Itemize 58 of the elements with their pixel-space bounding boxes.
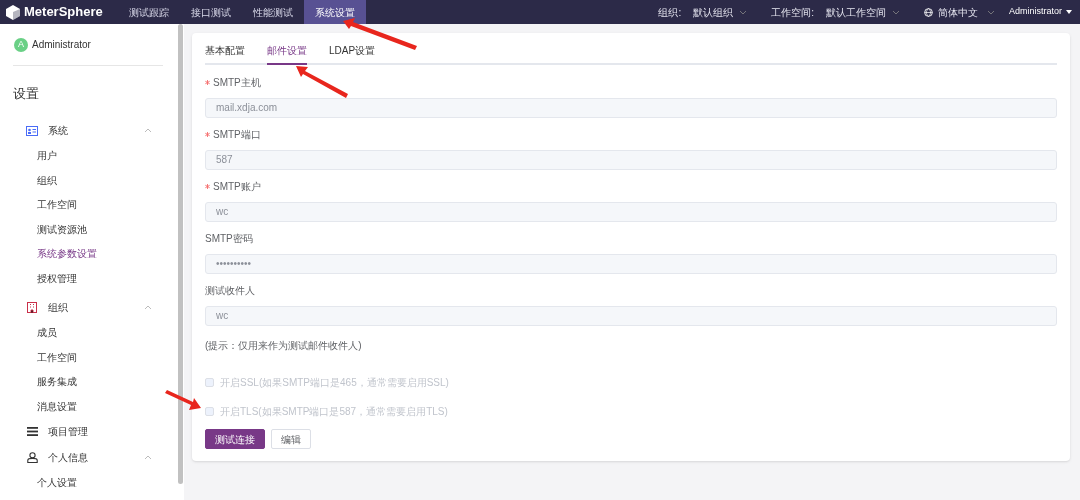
- nav-tab[interactable]: 性能测试: [242, 0, 304, 24]
- field-label: 测试收件人: [205, 284, 255, 298]
- field-label: SMTP账户: [213, 180, 261, 194]
- checkbox[interactable]: [205, 378, 214, 387]
- menu-icon: [26, 427, 38, 436]
- avatar: A: [14, 37, 28, 52]
- user-name: Administrator: [32, 38, 91, 52]
- field-label: SMTP密码: [205, 232, 253, 246]
- test-connection-button[interactable]: 测试连接: [205, 429, 265, 449]
- menu-item[interactable]: 用户: [0, 143, 160, 168]
- scrollbar[interactable]: [177, 24, 183, 484]
- tab[interactable]: 基本配置: [205, 43, 245, 65]
- chevron-down-icon: [987, 8, 995, 16]
- user-icon: [26, 452, 38, 463]
- chevron-up-icon: [144, 127, 152, 134]
- chevron-down-icon: [739, 8, 748, 16]
- dropdown-label: 工作空间:: [771, 5, 814, 20]
- menu-item[interactable]: 组织: [0, 168, 160, 193]
- id-card-icon: [26, 125, 38, 136]
- menu-group[interactable]: 组织: [0, 294, 176, 321]
- menu-item[interactable]: 工作空间: [0, 345, 160, 370]
- app-logo: MeterSphere: [24, 3, 103, 22]
- checkbox[interactable]: [205, 407, 214, 416]
- menu-group[interactable]: 项目管理: [0, 418, 176, 445]
- menu-item[interactable]: 消息设置: [0, 394, 160, 419]
- arrow-drawing: [296, 66, 348, 98]
- cube-logo-icon: [6, 4, 20, 20]
- field-label: SMTP端口: [213, 128, 261, 142]
- nav-tab[interactable]: 系统设置: [304, 0, 366, 24]
- nav-tab[interactable]: 接口测试: [180, 0, 242, 24]
- language-dropdown[interactable]: 简体中文: [924, 4, 995, 20]
- chevron-down-icon: [892, 8, 900, 16]
- menu-item[interactable]: 成员: [0, 320, 160, 345]
- user-menu[interactable]: Administrator: [1009, 5, 1072, 19]
- arrow-drawing: [165, 390, 201, 410]
- caret-down-icon: [1066, 10, 1072, 14]
- menu-group[interactable]: 个人信息: [0, 444, 176, 471]
- chevron-up-icon: [144, 304, 152, 311]
- nav-tab[interactable]: 测试跟踪: [118, 0, 180, 24]
- menu-item[interactable]: 授权管理: [0, 266, 160, 291]
- menu-item[interactable]: 系统参数设置: [0, 241, 160, 266]
- tab[interactable]: 邮件设置: [267, 43, 307, 65]
- menu-item[interactable]: 测试资源池: [0, 217, 160, 242]
- menu-group[interactable]: 系统: [0, 117, 176, 144]
- edit-button[interactable]: 编辑: [271, 429, 311, 449]
- dropdown[interactable]: 默认工作空间: [826, 4, 900, 20]
- dropdown[interactable]: 默认组织: [693, 4, 748, 20]
- menu-item[interactable]: 服务集成: [0, 369, 160, 394]
- chevron-up-icon: [144, 454, 152, 461]
- dropdown-label: 组织:: [658, 5, 682, 20]
- globe-icon: [924, 7, 933, 17]
- menu-item[interactable]: 工作空间: [0, 192, 160, 217]
- hint-text: (提示：仅用来作为测试邮件收件人): [205, 339, 362, 353]
- field-label: SMTP主机: [213, 76, 261, 90]
- menu-item[interactable]: 个人设置: [0, 470, 160, 495]
- sidebar-title: 设置: [12, 85, 40, 103]
- tab[interactable]: LDAP设置: [329, 43, 376, 65]
- building-icon: [27, 302, 37, 313]
